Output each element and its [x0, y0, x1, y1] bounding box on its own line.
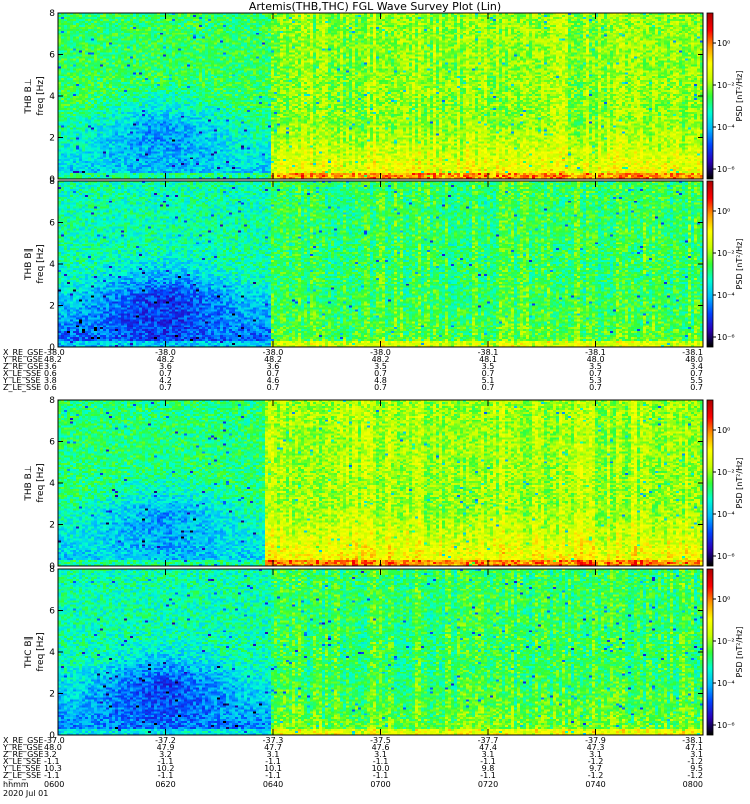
colorbar-tick-label: 10⁻⁴ [717, 510, 735, 519]
y-tick-label: 6 [49, 438, 55, 448]
ephemeris-row-label: Z_LE_SSE [3, 383, 41, 392]
colorbar-label: PSD [nT²/Hz] [735, 71, 744, 122]
y-tick-label: 4 [49, 92, 55, 102]
colorbar [707, 569, 713, 735]
x-axis-label: hhmm [3, 780, 29, 789]
spectrogram-panel: 02468THB B⊥ freq [Hz]10⁰10⁻²10⁻⁴10⁻⁶PSD [… [24, 9, 744, 185]
x-tick-label: 0620 [155, 780, 175, 789]
y-tick-label: 4 [49, 648, 55, 658]
ephemeris-value: -1.2 [588, 771, 604, 780]
y-tick-label: 6 [49, 51, 55, 61]
y-tick-label: 4 [49, 479, 55, 489]
ephemeris-value: 0.7 [589, 383, 602, 392]
spectrogram-image [58, 13, 703, 179]
ephemeris-value: 0.7 [374, 383, 387, 392]
x-tick-label: 0600 [44, 780, 64, 789]
colorbar [707, 13, 713, 179]
x-tick-label: 0740 [585, 780, 605, 789]
ephemeris-value: -1.1 [265, 771, 281, 780]
panel-probe-label: THB B⊥ [24, 465, 34, 501]
ephemeris-value: -1.1 [373, 771, 389, 780]
x-tick-label: 0700 [370, 780, 390, 789]
colorbar [707, 400, 713, 566]
ephemeris-value: 0.7 [482, 383, 495, 392]
colorbar [707, 181, 713, 347]
colorbar-tick-label: 10⁰ [717, 426, 730, 435]
colorbar-tick-label: 10⁻⁴ [717, 291, 735, 300]
y-tick-label: 8 [49, 396, 55, 406]
ephemeris-table: X_RE_GSE -38.0 -38.0 -38.0 -38.0 -38.1 -38.1 -3… [2, 348, 703, 392]
ephemeris-value: 0.6 [44, 383, 57, 392]
colorbar-tick-label: 10⁻² [717, 637, 735, 646]
ephemeris-value: -1.1 [158, 771, 174, 780]
ephemeris-table: X_RE_GSE -37.0 -37.2 -37.3 -37.5 -37.7 -37.9 -3… [2, 736, 703, 780]
colorbar-tick-label: 10⁻⁶ [717, 165, 735, 174]
colorbar-tick-label: 10⁰ [717, 595, 730, 604]
colorbar-tick-label: 10⁻² [717, 468, 735, 477]
y-tick-label: 6 [49, 607, 55, 617]
plot-title: Artemis(THB,THC) FGL Wave Survey Plot (L… [249, 0, 501, 13]
wave-survey-plot: Artemis(THB,THC) FGL Wave Survey Plot (L… [0, 0, 750, 800]
y-tick-label: 8 [49, 177, 55, 187]
plot-date: 2020 Jul 01 [3, 789, 48, 798]
y-tick-label: 8 [49, 565, 55, 575]
panel-freq-label: freq [Hz] [36, 632, 46, 671]
colorbar-label: PSD [nT²/Hz] [735, 458, 744, 509]
colorbar-tick-label: 10⁻⁴ [717, 123, 735, 132]
y-tick-label: 8 [49, 9, 55, 19]
ephemeris-value: 0.7 [267, 383, 280, 392]
colorbar-tick-label: 10⁰ [717, 207, 730, 216]
colorbar-tick-label: 10⁻⁶ [717, 721, 735, 730]
panel-freq-label: freq [Hz] [36, 463, 46, 502]
spectrogram-image [58, 569, 703, 735]
x-tick-label: 0640 [263, 780, 283, 789]
colorbar-tick-label: 10⁻⁶ [717, 552, 735, 561]
colorbar-label: PSD [nT²/Hz] [735, 239, 744, 290]
colorbar-tick-label: 10⁻² [717, 249, 735, 258]
x-tick-label: 0800 [683, 780, 703, 789]
ephemeris-value: -1.1 [480, 771, 496, 780]
ephemeris-value: 0.7 [690, 383, 703, 392]
y-tick-label: 2 [49, 521, 55, 531]
spectrogram-image [58, 181, 703, 347]
ephemeris-value: -1.1 [44, 771, 60, 780]
colorbar-label: PSD [nT²/Hz] [735, 627, 744, 678]
time-axis: hhmm 0600 0620 0640 0700 0720 0740 0800 2020 Jul… [3, 780, 703, 798]
colorbar-tick-label: 10⁻⁴ [717, 679, 735, 688]
spectrogram-panel: 02468THB B∥ freq [Hz]10⁰10⁻²10⁻⁴10⁻⁶PSD [… [24, 177, 744, 353]
colorbar-tick-label: 10⁻⁶ [717, 333, 735, 342]
ephemeris-value: 0.7 [159, 383, 172, 392]
ephemeris-value: -1.2 [687, 771, 703, 780]
panel-probe-label: THB B∥ [24, 248, 34, 281]
spectrogram-panel: 02468THB B⊥ freq [Hz]10⁰10⁻²10⁻⁴10⁻⁶PSD [… [24, 396, 744, 572]
ephemeris-row-label: Z_LE_SSE [3, 771, 41, 780]
spectrogram-panel: 02468THC B∥ freq [Hz]10⁰10⁻²10⁻⁴10⁻⁶PSD [… [24, 565, 744, 741]
plot-svg: Artemis(THB,THC) FGL Wave Survey Plot (L… [2, 0, 744, 798]
y-tick-label: 2 [49, 134, 55, 144]
y-tick-label: 6 [49, 219, 55, 229]
panel-freq-label: freq [Hz] [36, 244, 46, 283]
x-tick-label: 0720 [478, 780, 498, 789]
y-tick-label: 2 [49, 302, 55, 312]
y-tick-label: 4 [49, 260, 55, 270]
panel-probe-label: THB B⊥ [24, 78, 34, 114]
panel-probe-label: THC B∥ [24, 636, 34, 669]
spectrogram-image [58, 400, 703, 566]
colorbar-tick-label: 10⁰ [717, 39, 730, 48]
y-tick-label: 2 [49, 690, 55, 700]
colorbar-tick-label: 10⁻² [717, 81, 735, 90]
panel-freq-label: freq [Hz] [36, 76, 46, 115]
